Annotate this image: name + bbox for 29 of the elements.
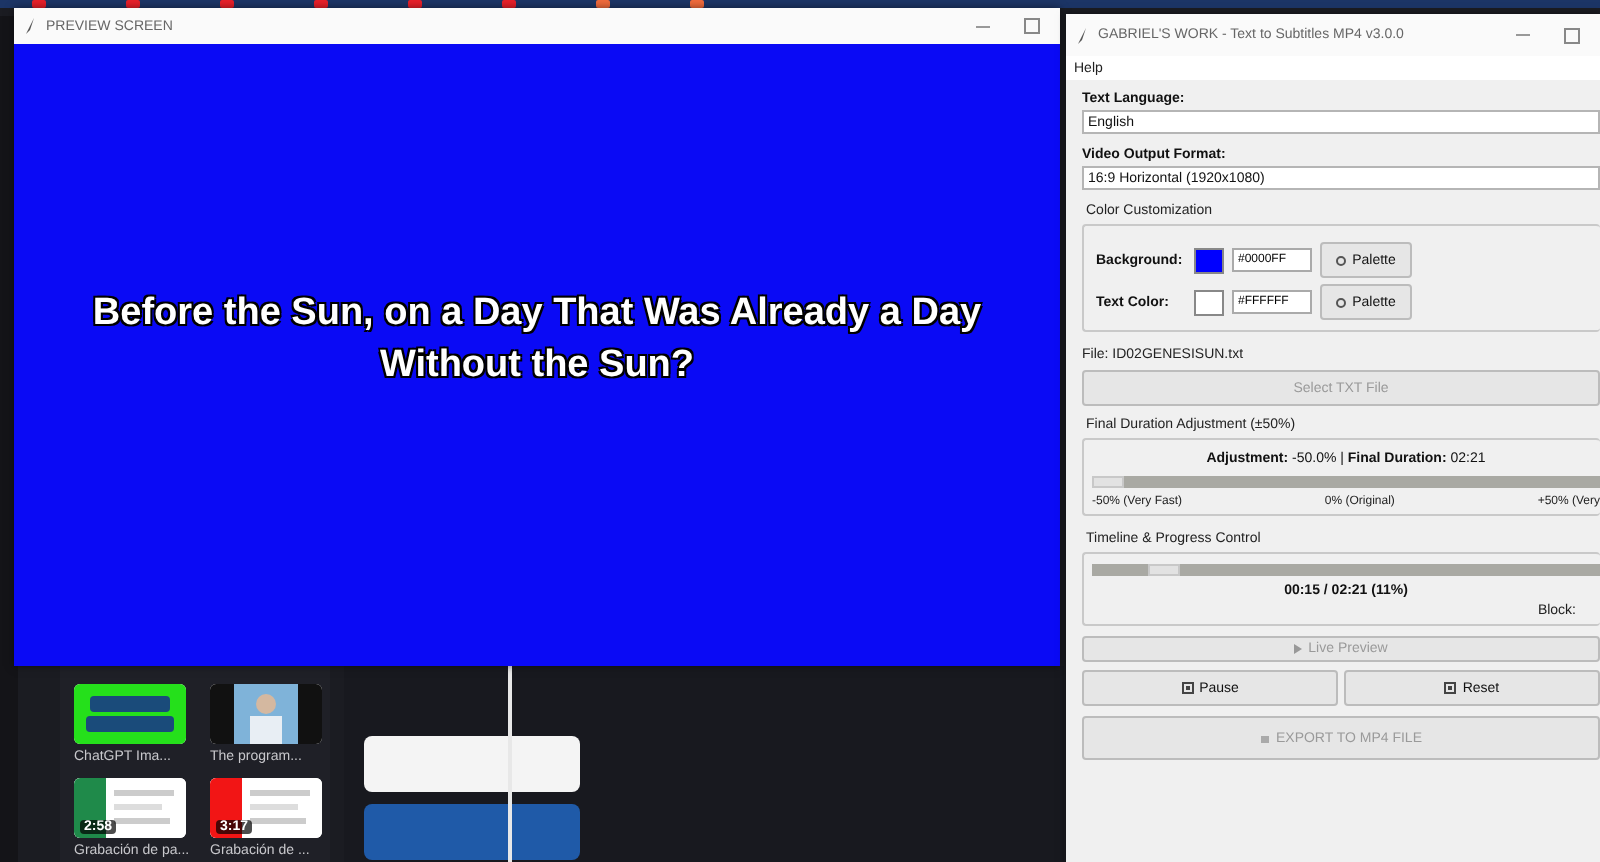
feather-icon (26, 18, 36, 34)
slider-thumb[interactable] (1092, 476, 1124, 488)
tab-favicon-icon[interactable] (314, 0, 328, 8)
play-icon (1294, 644, 1303, 654)
media-thumbnail[interactable] (210, 684, 322, 744)
color-swatch[interactable] (1194, 289, 1224, 315)
palette-icon (1336, 255, 1347, 265)
video-clip[interactable] (364, 736, 580, 792)
tab-favicon-icon[interactable] (596, 0, 610, 8)
minimize-icon[interactable] (976, 25, 990, 27)
tab-favicon-icon[interactable] (408, 0, 422, 8)
tab-favicon-icon[interactable] (690, 0, 704, 8)
feather-icon (1078, 27, 1088, 43)
tab-favicon-icon[interactable] (220, 0, 234, 8)
media-thumbnail[interactable] (74, 684, 186, 744)
palette-icon (1336, 297, 1347, 307)
tab-favicon-icon[interactable] (502, 0, 516, 8)
square-icon (1444, 682, 1457, 694)
tab-favicon-icon[interactable] (126, 0, 140, 8)
color-swatch[interactable] (1194, 247, 1224, 273)
timeline-thumb[interactable] (1147, 564, 1180, 576)
square-icon (1181, 682, 1194, 694)
maximize-icon[interactable] (1024, 18, 1040, 34)
tab-favicon-icon[interactable] (32, 0, 46, 8)
slider-track[interactable] (1092, 476, 1600, 488)
audio-clip[interactable] (364, 804, 580, 860)
subtitle-caption: Before the Sun, on a Day That Was Already a Day Without the Sun? (90, 289, 984, 389)
timeline-track[interactable] (1092, 564, 1600, 576)
maximize-icon[interactable] (1564, 27, 1580, 43)
